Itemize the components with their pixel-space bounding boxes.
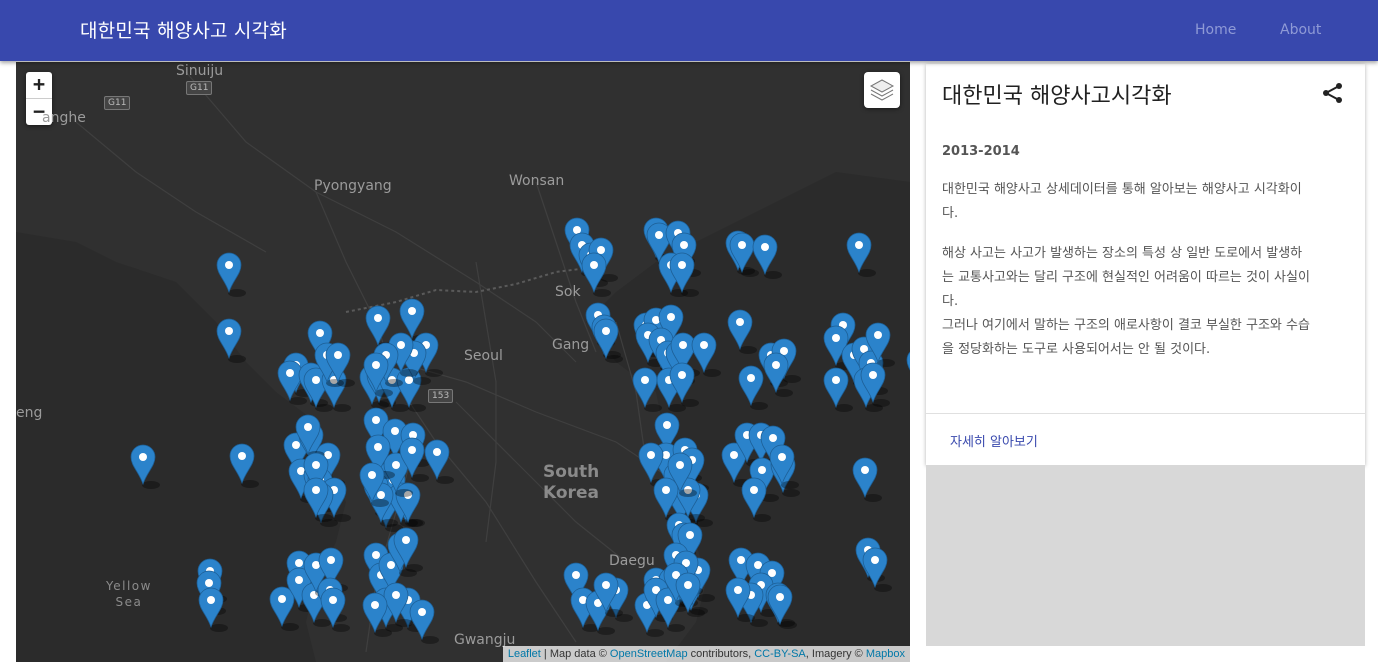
map-attribution: Leaflet | Map data © OpenStreetMap contr…	[502, 646, 910, 662]
share-button[interactable]	[1322, 82, 1344, 108]
label-eng: eng	[16, 405, 43, 421]
info-card: 대한민국 해양사고시각화 2013-2014 대한민국 해양사고 상세데이터를 …	[926, 64, 1365, 465]
description-1: 대한민국 해양사고 상세데이터를 통해 알아보는 해양사고 시각화이다.	[942, 182, 1302, 221]
label-route-153: 153	[428, 389, 454, 403]
period-label: 2013-2014	[942, 144, 1020, 159]
label-yellow-sea: Yellow Sea	[106, 578, 152, 610]
learn-more-button[interactable]: 자세히 알아보기	[950, 431, 1038, 450]
label-south: South	[543, 462, 600, 482]
label-south-korea: South Korea	[543, 462, 599, 504]
cc-by-sa-link[interactable]: CC-BY-SA	[754, 648, 806, 660]
leaflet-link[interactable]: Leaflet	[508, 648, 541, 660]
card-divider	[926, 413, 1365, 414]
map-basemap	[16, 62, 910, 662]
label-wonsan: Wonsan	[509, 173, 565, 189]
layers-button[interactable]	[864, 72, 900, 108]
openstreetmap-link[interactable]: OpenStreetMap	[610, 648, 688, 660]
label-gangneung: Gang	[552, 337, 590, 353]
label-g11-a: G11	[186, 81, 213, 95]
app-title[interactable]: 대한민국 해양사고 시각화	[80, 16, 287, 43]
nav-about-link[interactable]: About	[1280, 22, 1321, 38]
attribution-text-2: contributors,	[687, 648, 755, 660]
nav-home-link[interactable]: Home	[1195, 22, 1236, 38]
app-bar: 대한민국 해양사고 시각화 Home About	[0, 0, 1378, 61]
share-icon	[1323, 83, 1342, 103]
attribution-text-3: , Imagery ©	[805, 648, 866, 660]
label-korea: Korea	[543, 483, 599, 503]
label-g11-b: G11	[104, 96, 131, 110]
label-sokcho: Sok	[555, 284, 581, 300]
secondary-panel	[926, 465, 1365, 646]
label-seoul: Seoul	[464, 348, 503, 364]
description-2: 해상 사고는 사고가 발생하는 장소의 특성 상 일반 도로에서 발생하는 교통…	[942, 246, 1310, 309]
label-sinuiju: Sinuiju	[176, 63, 224, 79]
card-title: 대한민국 해양사고시각화	[942, 84, 1172, 109]
label-yellow: Yellow	[106, 579, 152, 593]
mapbox-link[interactable]: Mapbox	[866, 648, 905, 660]
label-pyongyang: Pyongyang	[314, 178, 392, 194]
label-sea: Sea	[115, 595, 143, 609]
zoom-in-button[interactable]: +	[26, 72, 52, 98]
attribution-text-1: | Map data ©	[540, 648, 610, 660]
label-daegu: Daegu	[609, 553, 655, 569]
accident-map[interactable]: + − Sinuiju G11 G11 anghe Pyongyang Wons…	[16, 62, 910, 662]
description-3: 그러나 여기에서 말하는 구조의 애로사항이 결코 부실한 구조와 수습을 정당…	[942, 318, 1310, 357]
label-anghe: anghe	[42, 110, 86, 126]
layers-icon	[869, 79, 895, 101]
